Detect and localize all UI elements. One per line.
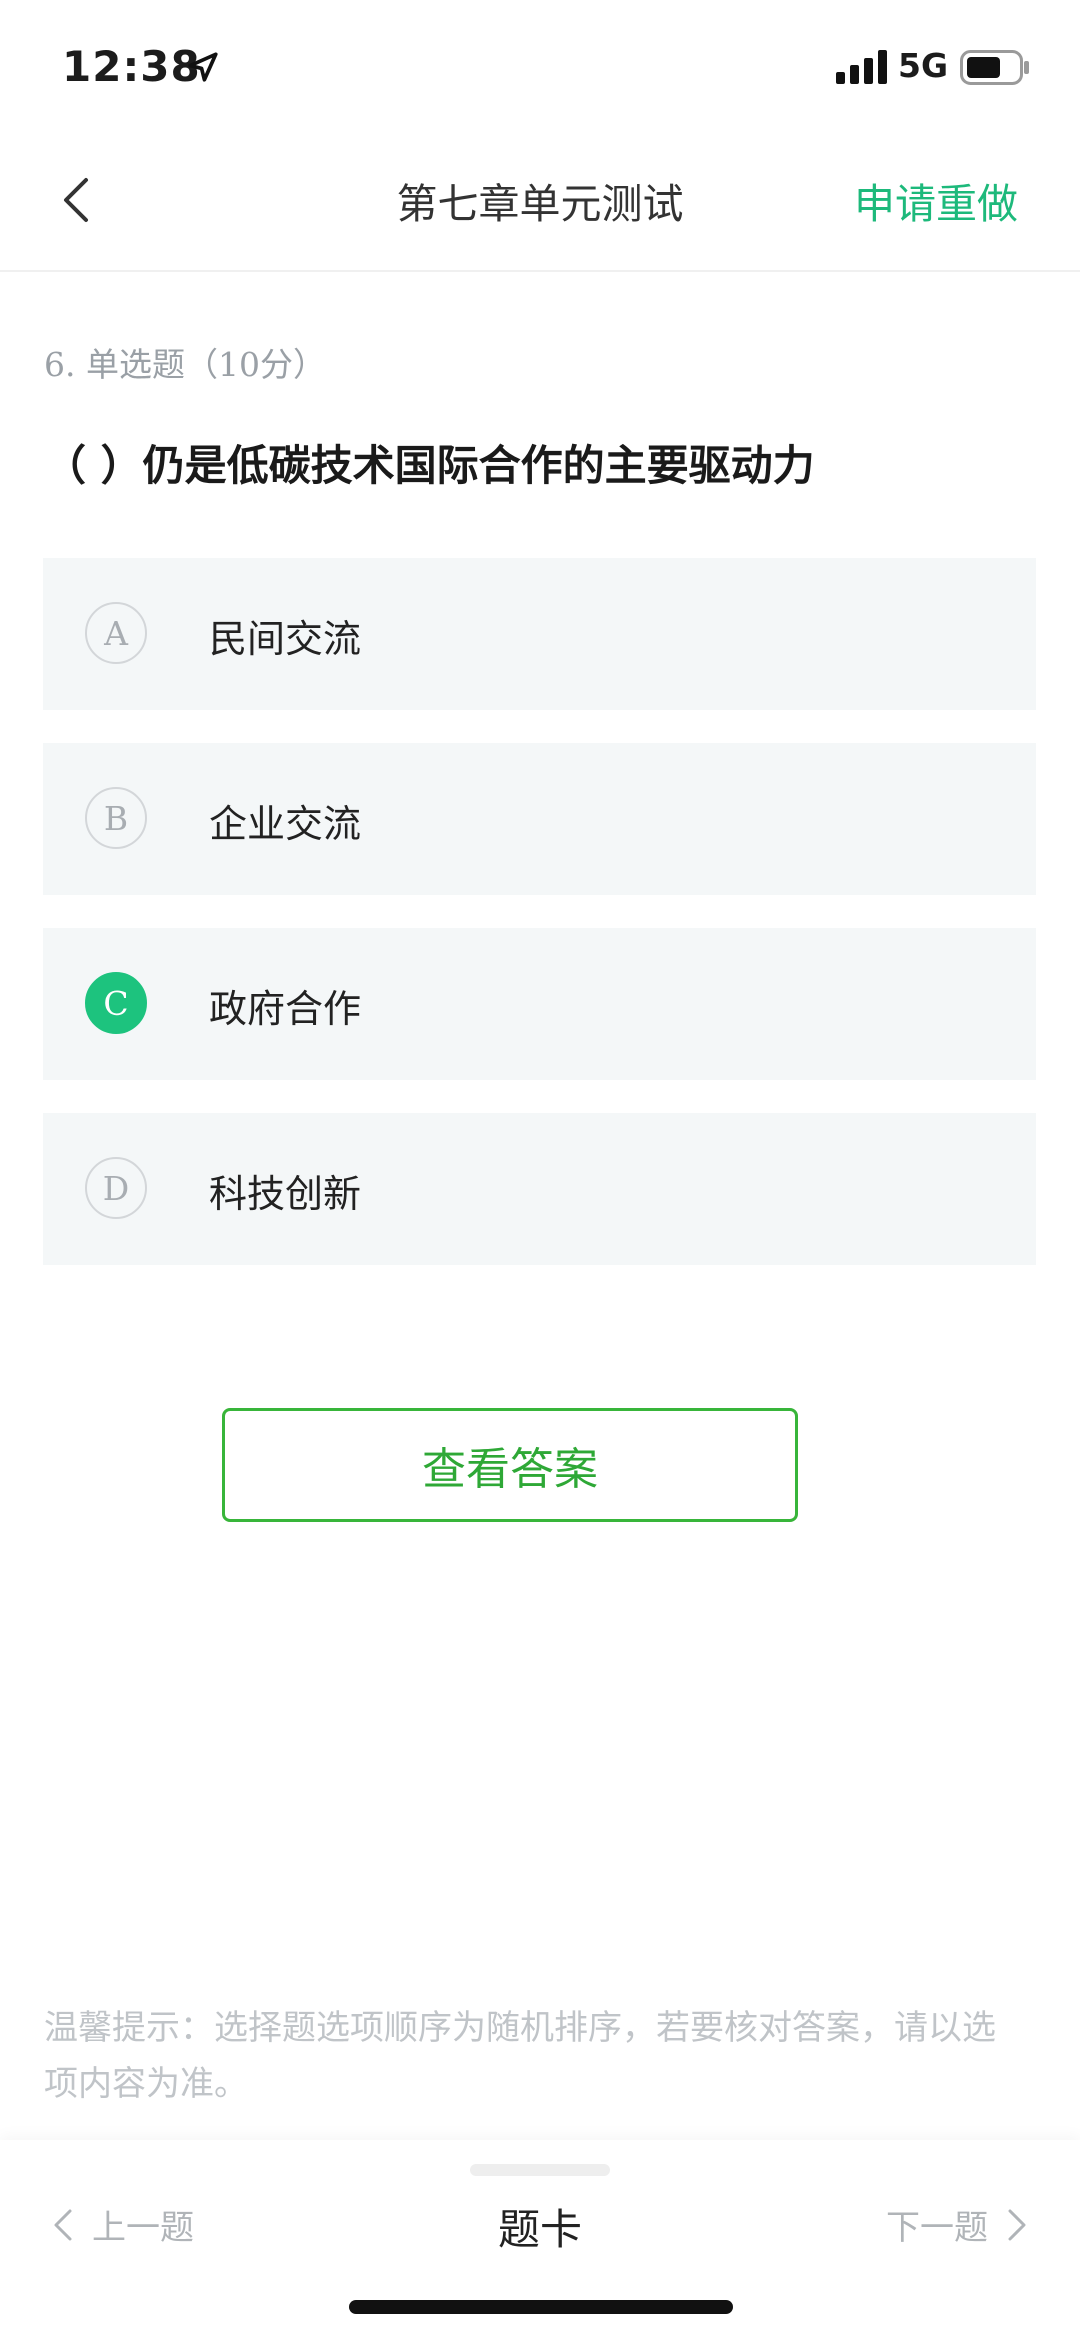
tip-text: 温馨提示：选择题选项顺序为随机排序，若要核对答案，请以选项内容为准。 bbox=[44, 2008, 996, 2104]
next-question-button[interactable]: 下一题 bbox=[886, 2200, 1032, 2249]
network-type: 5G bbox=[898, 46, 949, 85]
request-redo-button[interactable]: 申请重做 bbox=[854, 170, 1018, 230]
home-indicator[interactable] bbox=[349, 2300, 733, 2314]
battery-icon bbox=[960, 50, 1029, 85]
option-letter: B bbox=[85, 787, 147, 849]
signal-icon bbox=[836, 50, 887, 84]
option-text: 科技创新 bbox=[209, 1172, 362, 1216]
option-letter: D bbox=[85, 1157, 147, 1219]
option-text: 政府合作 bbox=[209, 987, 362, 1031]
nav-bar: 第七章单元测试 申请重做 bbox=[0, 140, 1080, 272]
option-letter-selected: C bbox=[85, 972, 147, 1034]
option-letter: A bbox=[85, 602, 147, 664]
question-text: （ ）仍是低碳技术国际合作的主要驱动力 bbox=[44, 441, 815, 490]
option-b[interactable]: B 企业交流 bbox=[43, 743, 1036, 895]
chevron-right-icon bbox=[1008, 2209, 1026, 2240]
next-question-label: 下一题 bbox=[886, 2208, 988, 2248]
status-bar: 12:38 5G bbox=[0, 0, 1080, 130]
option-list: A 民间交流 B 企业交流 C 政府合作 D 科技创新 bbox=[43, 558, 1036, 1298]
option-text: 企业交流 bbox=[209, 802, 362, 846]
option-text: 民间交流 bbox=[209, 617, 362, 661]
view-answer-button[interactable]: 查看答案 bbox=[222, 1408, 798, 1522]
sheet-handle[interactable] bbox=[470, 2164, 610, 2176]
option-a[interactable]: A 民间交流 bbox=[43, 558, 1036, 710]
option-c[interactable]: C 政府合作 bbox=[43, 928, 1036, 1080]
question-meta: 6. 单选题（10分） bbox=[44, 345, 326, 384]
status-time: 12:38 bbox=[62, 42, 201, 91]
location-arrow-icon bbox=[188, 52, 218, 82]
option-d[interactable]: D 科技创新 bbox=[43, 1113, 1036, 1265]
